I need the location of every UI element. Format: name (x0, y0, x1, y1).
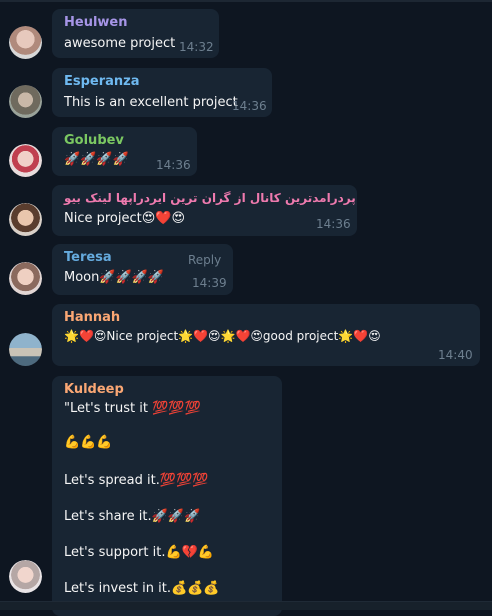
bottom-divider (0, 601, 492, 610)
message-line: Let's support it.💪💔💪 (64, 545, 215, 560)
message-text: This is an excellent project (64, 95, 238, 110)
message-time: 14:36 (232, 99, 267, 113)
message-time: 14:32 (179, 40, 214, 54)
message-bubble[interactable]: Hannah 🌟❤️😍Nice project🌟❤️😍🌟❤️😍good proj… (52, 304, 480, 366)
message-time: 14:39 (192, 276, 227, 290)
message-text: 🚀🚀🚀🚀 (64, 152, 129, 167)
message-bubble[interactable]: پردرامدترین کانال از گران ترین ایردراپها… (52, 185, 357, 236)
avatar[interactable] (9, 203, 42, 236)
sender-name[interactable]: Teresa (64, 250, 112, 265)
message-time: 14:36 (156, 158, 191, 172)
message-bubble[interactable]: Golubev 🚀🚀🚀🚀 14:36 (52, 127, 197, 176)
message-bubble[interactable]: Esperanza This is an excellent project 1… (52, 68, 272, 117)
message-line: "Let's trust it 💯💯💯 (64, 401, 201, 416)
avatar[interactable] (9, 560, 42, 593)
message-text: Moon🚀🚀🚀🚀 (64, 270, 165, 285)
message-text: awesome project (64, 36, 176, 51)
avatar[interactable] (9, 333, 42, 366)
sender-name[interactable]: Heulwen (64, 15, 128, 30)
message-time: 14:36 (316, 217, 351, 231)
avatar[interactable] (9, 144, 42, 177)
sender-name[interactable]: Kuldeep (64, 382, 124, 397)
message-text: Nice project😍❤️😍 (64, 211, 186, 226)
message-line: Let's spread it.💯💯💯 (64, 473, 209, 488)
avatar[interactable] (9, 26, 42, 59)
sender-name[interactable]: Esperanza (64, 74, 140, 89)
message-bubble[interactable]: Teresa Reply Moon🚀🚀🚀🚀 14:39 (52, 244, 233, 295)
top-divider (0, 0, 492, 2)
sender-name[interactable]: Hannah (64, 310, 120, 325)
sender-name[interactable]: پردرامدترین کانال از گران ترین ایردراپها… (64, 191, 356, 205)
message-text: 🌟❤️😍Nice project🌟❤️😍🌟❤️😍good project🌟❤️😍 (64, 329, 381, 343)
avatar[interactable] (9, 262, 42, 295)
avatar[interactable] (9, 85, 42, 118)
message-bubble[interactable]: Kuldeep "Let's trust it 💯💯💯 💪💪💪 Let's sp… (52, 376, 282, 616)
message-line: 💪💪💪 (64, 435, 113, 450)
message-line: Let's share it.🚀🚀🚀 (64, 509, 201, 524)
message-line: Let's invest in it.💰💰💰 (64, 581, 220, 596)
message-time: 14:40 (438, 348, 473, 362)
reply-button[interactable]: Reply (188, 253, 221, 267)
sender-name[interactable]: Golubev (64, 133, 124, 148)
message-bubble[interactable]: Heulwen awesome project 14:32 (52, 9, 219, 58)
